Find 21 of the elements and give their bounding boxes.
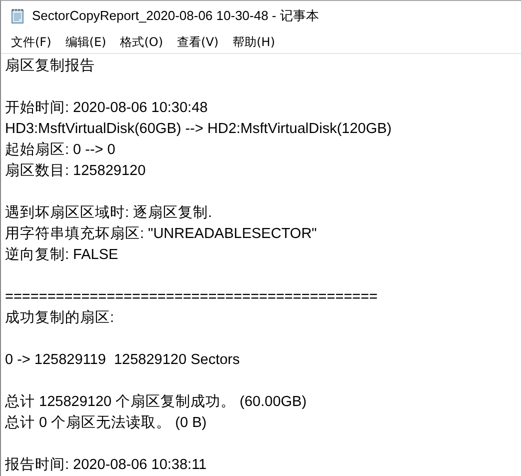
text-line: 报告时间: 2020-08-06 10:38:11 (5, 456, 208, 475)
menu-item[interactable]: 帮助(H) (226, 32, 281, 52)
menu-item[interactable]: 编辑(E) (59, 32, 112, 52)
text-line: 逆向复制: FALSE (5, 246, 120, 265)
text-line: ============================================ (5, 288, 379, 307)
text-line: 扇区复制报告 (5, 56, 96, 76)
window-title: SectorCopyReport_2020-08-06 10-30-48 - 记事本 (32, 7, 319, 25)
menu-item[interactable]: 格式(O) (114, 32, 170, 52)
text-line: 遇到坏扇区区域时: 逐扇区复制. (5, 204, 214, 223)
text-line: 总计 0 个扇区无法读取。 (0 B) (5, 414, 208, 433)
text-line: 扇区数目: 125829120 (5, 162, 147, 181)
menu-item[interactable]: 文件(F) (5, 32, 58, 52)
text-line: 用字符串填充坏扇区: "UNREADABLESECTOR" (5, 224, 318, 244)
text-line: 成功复制的扇区: (5, 308, 116, 328)
menu-item[interactable]: 查看(V) (171, 32, 225, 52)
text-line: 起始扇区: 0 --> 0 (5, 140, 116, 160)
text-line: 开始时间: 2020-08-06 10:30:48 (5, 99, 209, 118)
notepad-icon (10, 8, 26, 24)
text-line: 0 -> 125829119 125829120 Sectors (5, 351, 241, 370)
text-line: 总计 125829120 个扇区复制成功。 (60.00GB) (5, 392, 308, 412)
text-line: HD3:MsftVirtualDisk(60GB) --> HD2:MsftVirtualDisk(120GB) (5, 120, 393, 139)
